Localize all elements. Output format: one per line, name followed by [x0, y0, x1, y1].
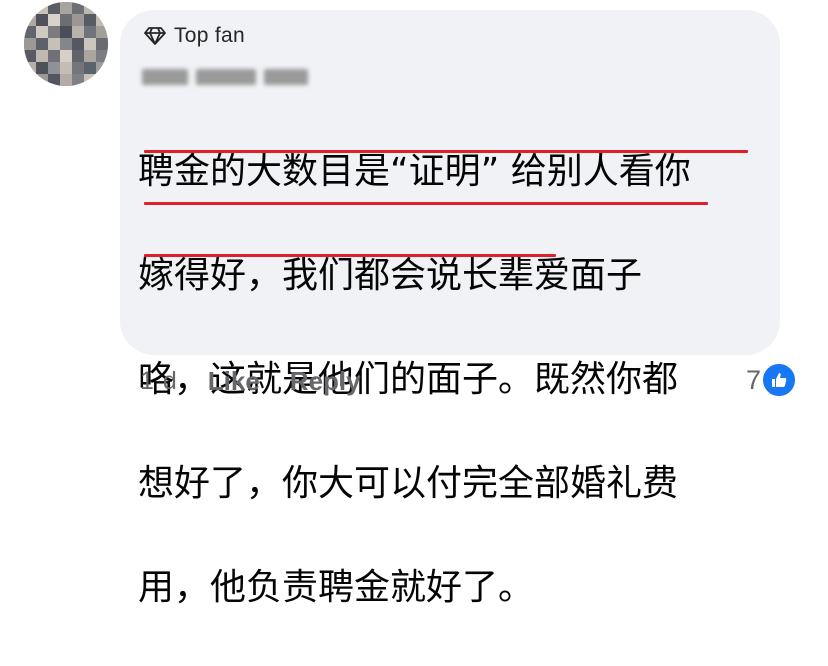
- top-fan-badge: Top fan: [144, 24, 245, 48]
- comment-line: 嫁得好，我们都会说长辈爱面子: [138, 255, 643, 296]
- highlight-underline: [144, 202, 708, 205]
- reply-button[interactable]: Reply: [290, 366, 361, 397]
- thumbs-up-icon: [761, 362, 798, 398]
- comment-line: 想好了，你大可以付完全部婚礼费: [138, 463, 679, 504]
- highlight-underline: [144, 254, 556, 257]
- comment-bubble: Top fan 聘金的大数目是“证明” 给别人看你 嫁得好，我们都会说长辈爱面子…: [120, 10, 780, 608]
- timestamp[interactable]: 1 d: [140, 367, 178, 396]
- comment-line: 用，他负责聘金就好了。: [138, 567, 535, 608]
- comment-line: 聘金的大数目是“证明” 给别人看你: [138, 151, 691, 192]
- top-fan-label: Top fan: [174, 24, 245, 47]
- like-button[interactable]: Like: [208, 366, 260, 397]
- comment-actions: 1 d Like Reply: [140, 366, 361, 397]
- diamond-icon: [144, 26, 166, 46]
- highlight-underline: [144, 150, 748, 153]
- reaction-summary[interactable]: 7: [746, 362, 798, 398]
- reaction-count: 7: [746, 364, 762, 395]
- author-name-redacted[interactable]: [142, 66, 308, 88]
- avatar[interactable]: [24, 2, 108, 86]
